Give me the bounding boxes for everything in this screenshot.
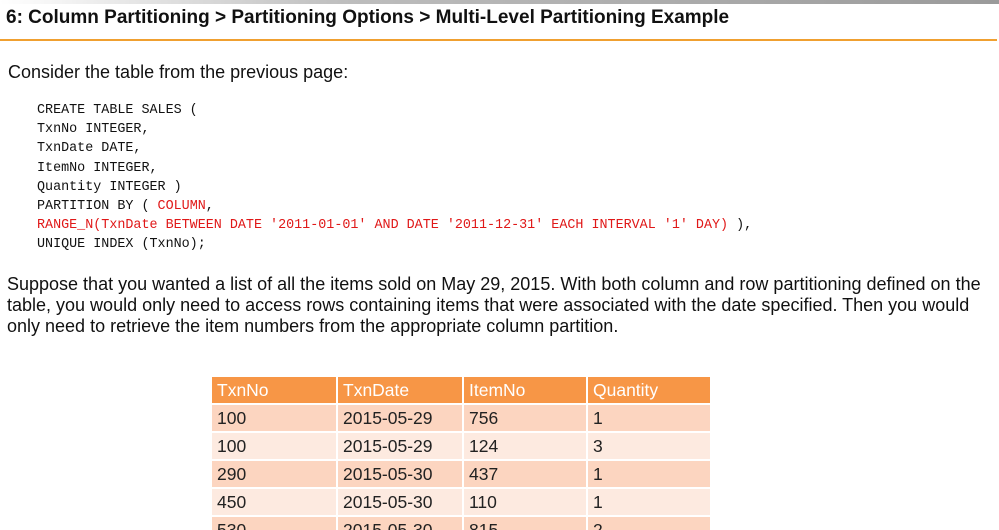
- code-line: TxnNo INTEGER,: [37, 122, 150, 138]
- table-cell: 1: [588, 489, 712, 517]
- code-punct: ,: [205, 198, 214, 214]
- table-cell: 100: [212, 405, 338, 433]
- code-line: Quantity INTEGER ): [37, 179, 182, 195]
- table-row: 450 2015-05-30 110 1: [212, 489, 712, 517]
- code-line: CREATE TABLE SALES (: [37, 103, 198, 118]
- table-cell: 2: [588, 517, 712, 530]
- page-title-breadcrumb: 6: Column Partitioning > Partitioning Op…: [6, 7, 730, 28]
- column-header: TxnDate: [338, 377, 464, 405]
- table-cell: 450: [212, 489, 338, 517]
- column-header: ItemNo: [464, 377, 588, 405]
- table-cell: 815: [464, 517, 588, 530]
- code-line-range: RANGE_N(TxnDate BETWEEN DATE '2011-01-01…: [37, 216, 752, 235]
- table-row: 290 2015-05-30 437 1: [212, 461, 712, 489]
- table-cell: 100: [212, 433, 338, 461]
- column-header: TxnNo: [212, 377, 338, 405]
- code-line: UNIQUE INDEX (TxnNo);: [37, 237, 206, 253]
- table-cell: 2015-05-30: [338, 517, 464, 530]
- table-cell: 2015-05-30: [338, 461, 464, 489]
- code-line: ItemNo INTEGER,: [37, 160, 158, 176]
- table-cell: 530: [212, 517, 338, 530]
- table-cell: 1: [588, 405, 712, 433]
- table-cell: 110: [464, 489, 588, 517]
- table-cell: 437: [464, 461, 588, 489]
- table-row: 530 2015-05-30 815 2: [212, 517, 712, 530]
- table-row: 100 2015-05-29 124 3: [212, 433, 712, 461]
- table-cell: 2015-05-29: [338, 405, 464, 433]
- table-cell: 124: [464, 433, 588, 461]
- sales-table: TxnNo TxnDate ItemNo Quantity 100 2015-0…: [212, 377, 712, 530]
- table-cell: 290: [212, 461, 338, 489]
- table-cell: 1: [588, 461, 712, 489]
- table-cell: 3: [588, 433, 712, 461]
- code-line: TxnDate DATE,: [37, 141, 142, 157]
- code-line-partition: PARTITION BY ( COLUMN,: [37, 197, 752, 216]
- table-row: 100 2015-05-29 756 1: [212, 405, 712, 433]
- code-highlight-column: COLUMN: [157, 198, 206, 214]
- code-highlight-range: RANGE_N(TxnDate BETWEEN DATE '2011-01-01…: [37, 218, 729, 234]
- column-header: Quantity: [588, 377, 712, 405]
- table-header-row: TxnNo TxnDate ItemNo Quantity: [212, 377, 712, 405]
- explanation-paragraph: Suppose that you wanted a list of all th…: [7, 274, 981, 336]
- table-cell: 756: [464, 405, 588, 433]
- code-punct: ),: [728, 218, 753, 234]
- sql-code-block: CREATE TABLE SALES ( TxnNo INTEGER, TxnD…: [37, 101, 752, 255]
- table-cell: 2015-05-29: [338, 433, 464, 461]
- intro-text: Consider the table from the previous pag…: [8, 62, 349, 82]
- top-decorative-strip: [0, 0, 999, 4]
- header-divider: [0, 39, 997, 41]
- code-keyword: PARTITION BY (: [37, 198, 158, 214]
- table-cell: 2015-05-30: [338, 489, 464, 517]
